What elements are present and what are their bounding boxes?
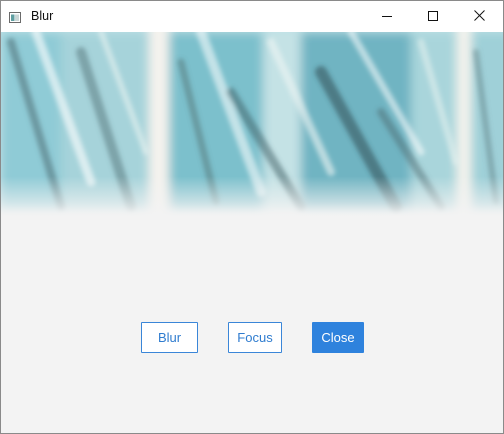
window-title: Blur: [31, 9, 54, 23]
blur-button[interactable]: Blur: [141, 322, 198, 353]
minimize-button[interactable]: [364, 1, 410, 32]
close-button[interactable]: Close: [312, 322, 364, 353]
focus-button[interactable]: Focus: [228, 322, 282, 353]
close-window-button[interactable]: [456, 1, 502, 32]
app-window-icon: [9, 10, 21, 23]
close-icon: [473, 8, 485, 26]
app-window: Blur Blur Focus Close: [0, 0, 504, 434]
minimize-icon: [382, 8, 392, 26]
maximize-button[interactable]: [410, 1, 456, 32]
maximize-icon: [428, 8, 438, 26]
title-bar[interactable]: Blur: [1, 1, 503, 32]
blurred-image: [1, 32, 503, 217]
